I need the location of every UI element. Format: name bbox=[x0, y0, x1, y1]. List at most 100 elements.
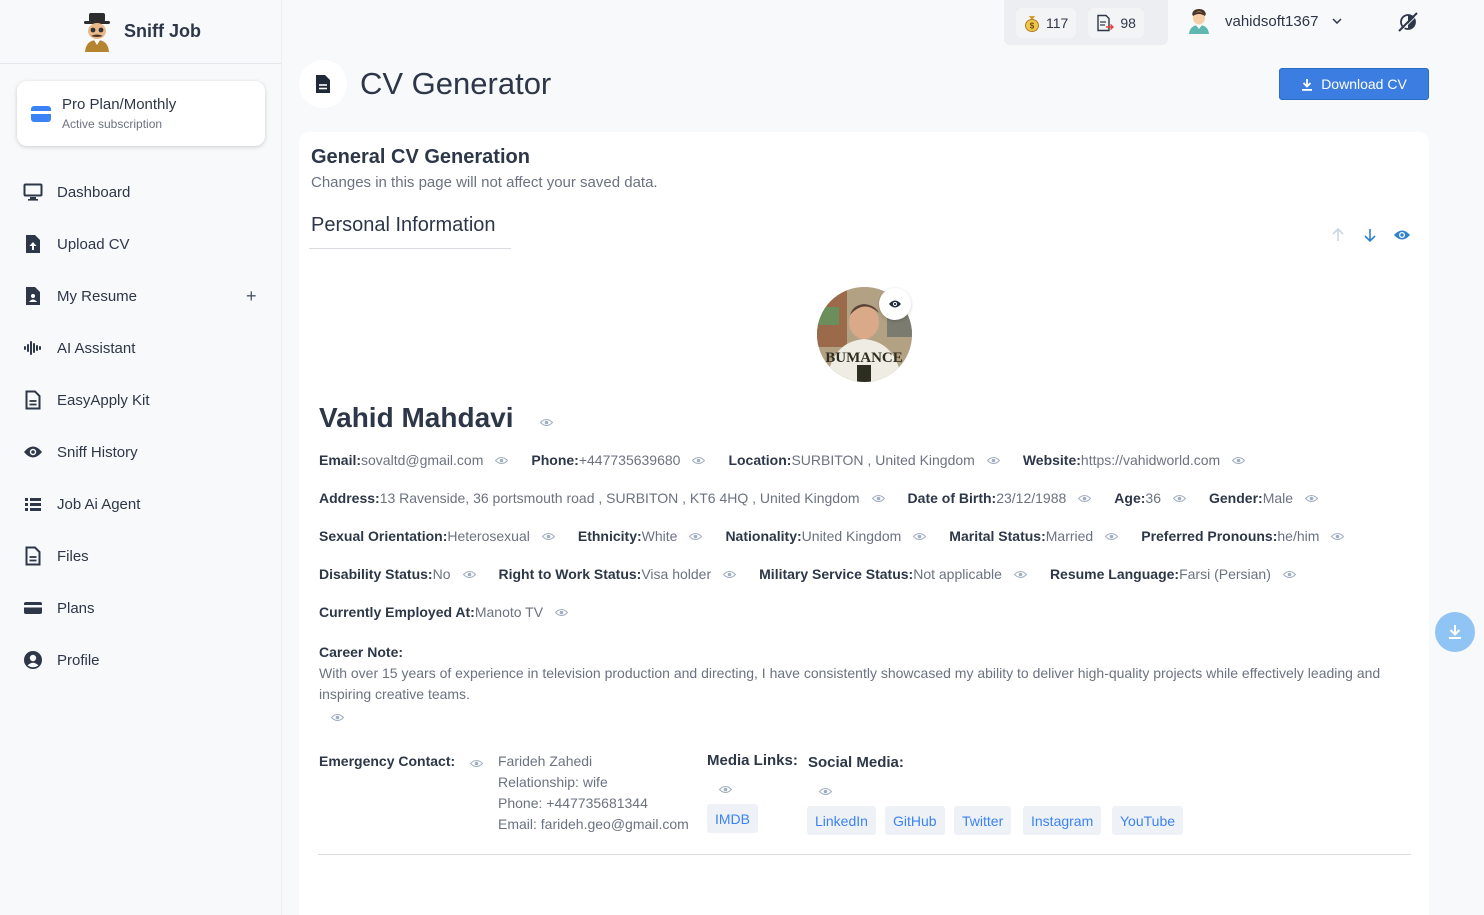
eye-icon[interactable] bbox=[1232, 456, 1246, 465]
emergency-contact-details: Farideh Zahedi Relationship: wife Phone:… bbox=[498, 751, 689, 835]
eye-icon[interactable] bbox=[723, 570, 737, 579]
field-value: Married bbox=[1045, 528, 1094, 544]
move-up-icon[interactable] bbox=[1329, 226, 1347, 244]
eye-icon[interactable] bbox=[692, 456, 706, 465]
sidebar-item-plans[interactable]: Plans bbox=[0, 582, 282, 634]
eye-icon[interactable] bbox=[1305, 494, 1319, 503]
social-media-visibility-icon[interactable] bbox=[819, 787, 832, 796]
field-label: Date of Birth: bbox=[907, 490, 997, 506]
eye-icon[interactable] bbox=[555, 608, 569, 617]
social-link-instagram[interactable]: Instagram bbox=[1023, 806, 1102, 835]
sidebar-item-ai-assistant[interactable]: AI Assistant bbox=[0, 322, 282, 374]
brand[interactable]: Sniff Job bbox=[0, 0, 281, 64]
eye-icon[interactable] bbox=[1078, 494, 1092, 503]
eye-icon[interactable] bbox=[1105, 532, 1119, 541]
career-visibility-icon[interactable] bbox=[331, 713, 344, 722]
coins-stat[interactable]: $ 117 bbox=[1016, 7, 1077, 38]
emergency-visibility-icon[interactable] bbox=[470, 759, 483, 768]
plan-title: Pro Plan/Monthly bbox=[62, 96, 177, 113]
field-value: 23/12/1988 bbox=[996, 490, 1067, 506]
waveform-icon bbox=[23, 338, 43, 358]
military-service-field: Military Service Status: Not applicable bbox=[759, 566, 1050, 582]
sidebar-item-label: AI Assistant bbox=[57, 339, 136, 357]
theme-toggle-icon[interactable] bbox=[1396, 10, 1420, 34]
gender-field: Gender: Male bbox=[1209, 490, 1341, 506]
document-icon bbox=[23, 390, 43, 410]
card-subtitle: Changes in this page will not affect you… bbox=[311, 174, 658, 191]
field-value: Farsi (Persian) bbox=[1179, 566, 1271, 582]
eye-icon[interactable] bbox=[1331, 532, 1345, 541]
eye-icon[interactable] bbox=[986, 456, 1000, 465]
eye-icon[interactable] bbox=[495, 456, 509, 465]
sidebar-item-sniff-history[interactable]: Sniff History bbox=[0, 426, 282, 478]
media-link-imdb[interactable]: IMDB bbox=[707, 804, 758, 833]
field-label: Disability Status: bbox=[319, 566, 433, 582]
media-links-visibility-icon[interactable] bbox=[719, 785, 732, 794]
credits-stat[interactable]: 98 bbox=[1088, 7, 1144, 38]
document-export-icon bbox=[1097, 14, 1115, 31]
sidebar-item-files[interactable]: Files bbox=[0, 530, 282, 582]
marital-status-field: Marital Status: Married bbox=[949, 528, 1141, 544]
section-visibility-icon[interactable] bbox=[1393, 226, 1411, 244]
field-label: Marital Status: bbox=[949, 528, 1046, 544]
social-link-linkedin[interactable]: LinkedIn bbox=[807, 806, 876, 835]
email-field: Email: sovaltd@gmail.com bbox=[319, 452, 531, 468]
move-down-icon[interactable] bbox=[1361, 226, 1379, 244]
field-value: No bbox=[432, 566, 451, 582]
user-circle-icon bbox=[23, 650, 43, 670]
page-title: CV Generator bbox=[360, 66, 552, 101]
eye-icon[interactable] bbox=[462, 570, 476, 579]
username: vahidsoft1367 bbox=[1225, 12, 1319, 30]
eye-icon[interactable] bbox=[1282, 570, 1296, 579]
eye-icon[interactable] bbox=[541, 532, 555, 541]
sidebar-item-profile[interactable]: Profile bbox=[0, 634, 282, 686]
sexual-orientation-field: Sexual Orientation: Heterosexual bbox=[319, 528, 578, 544]
social-link-youtube[interactable]: YouTube bbox=[1112, 806, 1184, 835]
plan-subtitle: Active subscription bbox=[62, 117, 163, 131]
user-menu[interactable]: vahidsoft1367 bbox=[1187, 8, 1342, 34]
info-row: Sexual Orientation: Heterosexual Ethnicit… bbox=[319, 528, 1367, 544]
credit-card-icon bbox=[31, 105, 51, 122]
sidebar-item-label: Plans bbox=[57, 599, 95, 617]
plan-card[interactable]: Pro Plan/Monthly Active subscription bbox=[17, 81, 265, 146]
field-value: +447735639680 bbox=[578, 452, 681, 468]
stats-box: $ 117 98 bbox=[1004, 0, 1168, 45]
sidebar: Sniff Job Pro Plan/Monthly Active subscr… bbox=[0, 0, 282, 915]
eye-icon[interactable] bbox=[871, 494, 885, 503]
field-value: Not applicable bbox=[913, 566, 1002, 582]
resume-icon bbox=[23, 286, 43, 306]
emergency-phone: Phone: +447735681344 bbox=[498, 795, 648, 811]
coins-count: 117 bbox=[1046, 14, 1069, 31]
sidebar-item-upload-cv[interactable]: Upload CV bbox=[0, 218, 282, 270]
eye-icon[interactable] bbox=[689, 532, 703, 541]
add-resume-button[interactable]: + bbox=[246, 286, 257, 307]
sidebar-item-dashboard[interactable]: Dashboard bbox=[0, 166, 282, 218]
floating-download-button[interactable] bbox=[1435, 612, 1475, 652]
photo-visibility-button[interactable] bbox=[879, 288, 911, 320]
download-cv-button[interactable]: Download CV bbox=[1279, 68, 1429, 100]
detective-logo-icon bbox=[84, 12, 110, 52]
field-label: Military Service Status: bbox=[759, 566, 914, 582]
social-link-twitter[interactable]: Twitter bbox=[954, 806, 1012, 835]
resume-language-field: Resume Language: Farsi (Persian) bbox=[1050, 566, 1319, 582]
social-link-github[interactable]: GitHub bbox=[885, 806, 945, 835]
file-upload-icon bbox=[23, 234, 43, 254]
eye-icon[interactable] bbox=[1013, 570, 1027, 579]
field-label: Preferred Pronouns: bbox=[1141, 528, 1278, 544]
eye-icon[interactable] bbox=[913, 532, 927, 541]
svg-text:BUMANCE: BUMANCE bbox=[825, 350, 903, 366]
sidebar-item-my-resume[interactable]: My Resume + bbox=[0, 270, 282, 322]
sidebar-item-label: Sniff History bbox=[57, 443, 138, 461]
eye-icon bbox=[889, 300, 901, 308]
sidebar-item-easyapply-kit[interactable]: EasyApply Kit bbox=[0, 374, 282, 426]
field-label: Resume Language: bbox=[1049, 566, 1180, 582]
coin-bag-icon: $ bbox=[1025, 15, 1039, 32]
name-visibility-icon[interactable] bbox=[540, 418, 553, 427]
field-label: Email: bbox=[319, 452, 362, 468]
field-value: he/him bbox=[1277, 528, 1320, 544]
emergency-email: Email: farideh.geo@gmail.com bbox=[498, 816, 689, 832]
sidebar-item-job-ai-agent[interactable]: Job Ai Agent bbox=[0, 478, 282, 530]
field-value: United Kingdom bbox=[801, 528, 902, 544]
section-title: Personal Information bbox=[311, 214, 496, 236]
eye-icon[interactable] bbox=[1173, 494, 1186, 503]
